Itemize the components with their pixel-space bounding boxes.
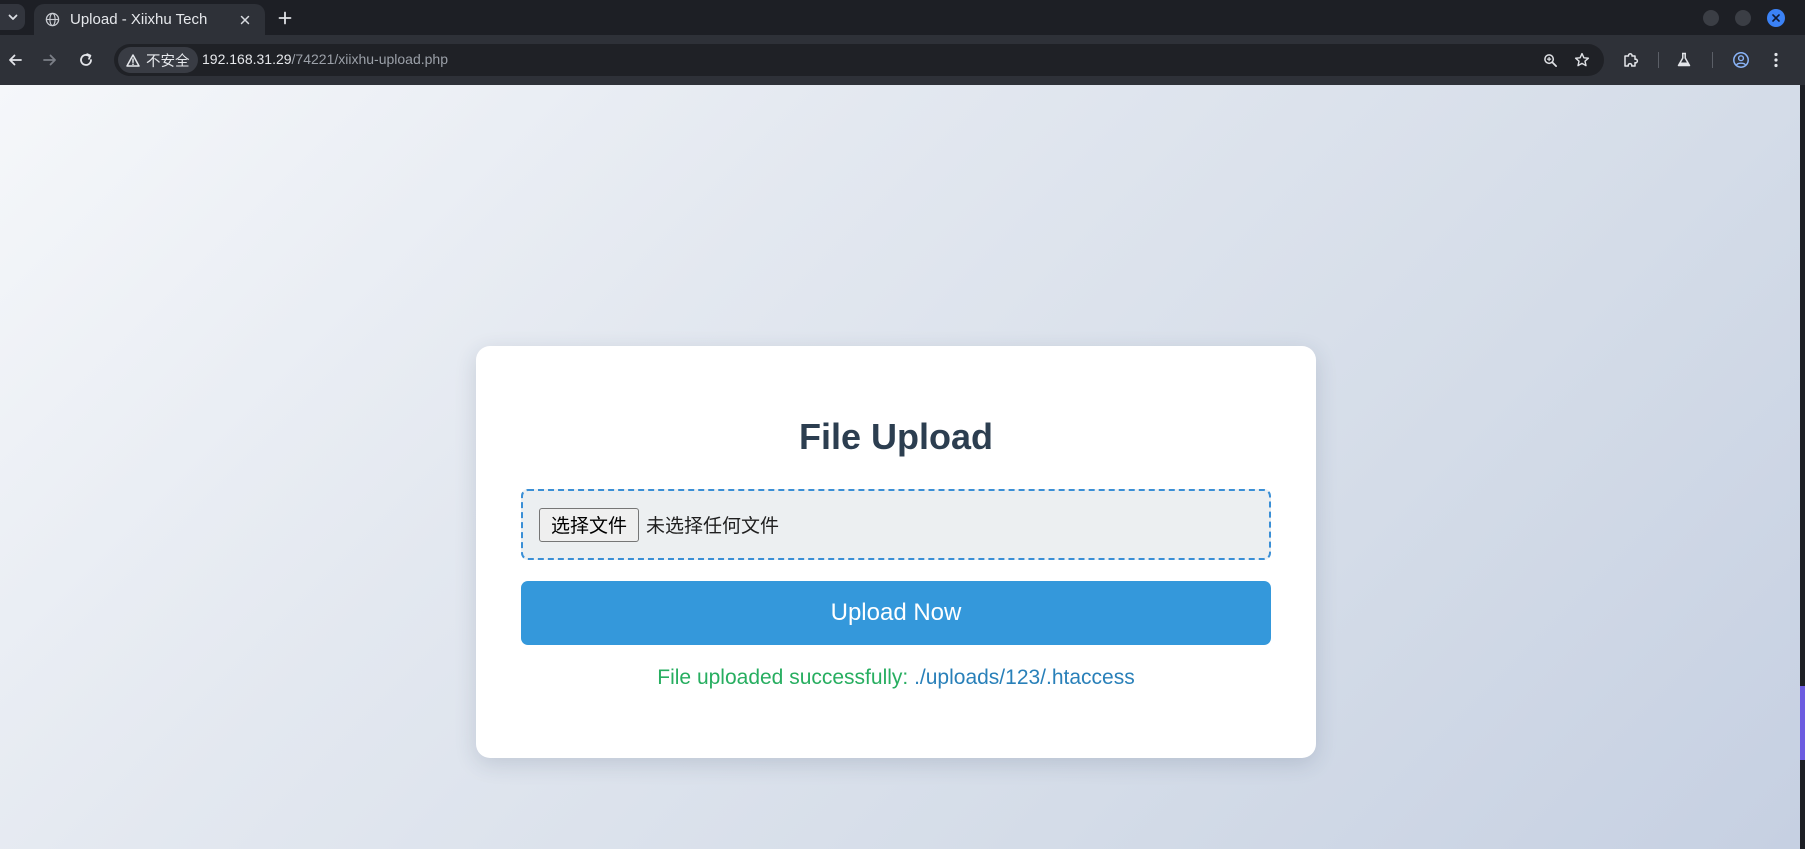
window-minimize-button[interactable]	[1703, 10, 1719, 26]
new-tab-button[interactable]	[274, 7, 296, 29]
zoom-icon	[1543, 53, 1557, 67]
upload-card: File Upload 选择文件 未选择任何文件 Upload Now File…	[476, 346, 1316, 758]
url-text[interactable]: 192.168.31.29/74221/xiixhu-upload.php	[202, 51, 448, 67]
page-viewport: File Upload 选择文件 未选择任何文件 Upload Now File…	[0, 85, 1800, 849]
toolbar-separator	[1658, 52, 1659, 68]
security-chip[interactable]: 不安全	[118, 47, 198, 73]
success-text: File uploaded successfully:	[657, 666, 915, 689]
profile-icon	[1733, 52, 1749, 68]
scrollbar-thumb[interactable]	[1800, 686, 1805, 760]
labs-button[interactable]	[1673, 49, 1695, 71]
security-label: 不安全	[146, 53, 190, 70]
address-bar[interactable]: 不安全 192.168.31.29/74221/xiixhu-upload.ph…	[114, 44, 1604, 76]
choose-file-button[interactable]: 选择文件	[539, 507, 640, 542]
flask-icon	[1677, 52, 1691, 67]
bookmark-button[interactable]	[1572, 50, 1592, 70]
star-icon	[1574, 52, 1590, 67]
url-path: /74221/xiixhu-upload.php	[291, 51, 448, 67]
browser-menu-button[interactable]	[1765, 49, 1787, 71]
back-button[interactable]	[3, 48, 27, 72]
url-host: 192.168.31.29	[202, 51, 292, 67]
toolbar-separator	[1712, 52, 1713, 68]
chevron-down-icon	[8, 14, 17, 20]
tab-title: Upload - Xiixhu Tech	[70, 11, 208, 28]
kebab-menu-icon	[1774, 52, 1778, 68]
reload-icon	[80, 53, 92, 66]
tab-upload[interactable]: Upload - Xiixhu Tech	[34, 4, 265, 35]
zoom-button[interactable]	[1540, 50, 1560, 70]
arrow-right-icon	[43, 54, 56, 66]
globe-icon	[44, 12, 60, 28]
plus-icon	[278, 11, 292, 25]
window-close-button[interactable]	[1767, 9, 1785, 27]
close-icon[interactable]	[235, 10, 255, 30]
file-status-text: 未选择任何文件	[646, 515, 780, 537]
close-icon	[1772, 14, 1780, 22]
tab-strip: Upload - Xiixhu Tech	[0, 0, 1805, 35]
file-drop-zone[interactable]: 选择文件 未选择任何文件	[521, 489, 1271, 560]
tab-search-button[interactable]	[0, 4, 25, 30]
profile-button[interactable]	[1730, 49, 1752, 71]
puzzle-icon	[1624, 53, 1639, 67]
extensions-button[interactable]	[1620, 49, 1642, 71]
uploaded-file-path: ./uploads/123/.htaccess	[914, 666, 1135, 689]
upload-success-message: File uploaded successfully: ./uploads/12…	[476, 666, 1316, 690]
upload-now-button[interactable]: Upload Now	[521, 581, 1271, 645]
page-title: File Upload	[798, 416, 993, 457]
window-maximize-button[interactable]	[1735, 10, 1751, 26]
arrow-left-icon	[9, 54, 22, 66]
warning-icon	[126, 53, 140, 67]
browser-toolbar: 不安全 192.168.31.29/74221/xiixhu-upload.ph…	[0, 35, 1805, 85]
reload-button[interactable]	[74, 48, 98, 72]
forward-button[interactable]	[38, 48, 62, 72]
